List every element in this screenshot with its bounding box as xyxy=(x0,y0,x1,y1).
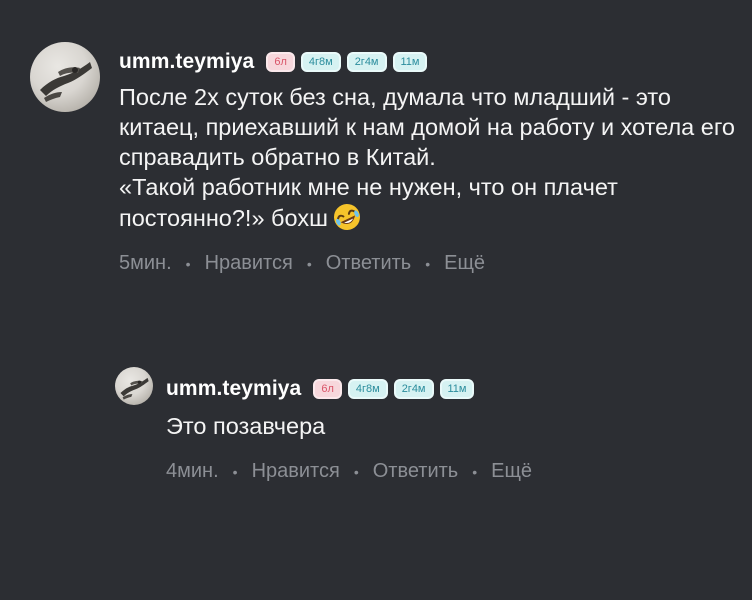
badge: 2г4м xyxy=(393,379,434,399)
comment-text-line: «Такой работник мне не нужен, что он пла… xyxy=(119,174,618,231)
avatar-image xyxy=(120,377,149,400)
username[interactable]: umm.teymiya xyxy=(166,377,301,401)
badge: 2г4м xyxy=(346,52,387,72)
badge: 4г8м xyxy=(300,52,341,72)
separator-dot: • xyxy=(306,255,312,272)
comment-text: Это позавчера xyxy=(166,411,706,441)
rolling-on-floor-laughing-icon xyxy=(332,202,362,232)
timestamp: 4мин. xyxy=(166,460,219,482)
username[interactable]: umm.teymiya xyxy=(119,50,254,74)
reply-button[interactable]: Ответить xyxy=(373,460,459,483)
separator-dot: • xyxy=(472,463,478,480)
comment-text-line: После 2х суток без сна, думала что младш… xyxy=(119,84,735,170)
comment-text-line: Это позавчера xyxy=(166,413,326,439)
reply-button[interactable]: Ответить xyxy=(326,252,412,275)
comments-thread: umm.teymiya 6л 4г8м 2г4м 11м После 2х су… xyxy=(0,0,752,600)
badge: 11м xyxy=(439,379,475,399)
comment-header: umm.teymiya 6л 4г8м 2г4м 11м xyxy=(166,367,706,411)
badge: 6л xyxy=(266,52,295,72)
badge: 6л xyxy=(313,379,342,399)
timestamp: 5мин. xyxy=(119,252,172,274)
avatar[interactable] xyxy=(115,367,153,405)
separator-dot: • xyxy=(232,463,238,480)
comment-body: umm.teymiya 6л 4г8м 2г4м 11м Это позавче… xyxy=(166,367,706,483)
more-button[interactable]: Ещё xyxy=(444,252,485,275)
comment-header: umm.teymiya 6л 4г8м 2г4м 11м xyxy=(119,42,739,82)
like-button[interactable]: Нравится xyxy=(252,460,340,483)
avatar[interactable] xyxy=(30,42,100,112)
badge: 11м xyxy=(392,52,428,72)
separator-dot: • xyxy=(185,255,191,272)
comment-text: После 2х суток без сна, думала что младш… xyxy=(119,82,739,233)
avatar-image xyxy=(40,62,92,102)
comment-meta: 5мин. • Нравится • Ответить • Ещё xyxy=(119,252,739,275)
comment-body: umm.teymiya 6л 4г8м 2г4м 11м После 2х су… xyxy=(119,42,739,275)
separator-dot: • xyxy=(353,463,359,480)
comment-meta: 4мин. • Нравится • Ответить • Ещё xyxy=(166,460,706,483)
badge: 4г8м xyxy=(347,379,388,399)
separator-dot: • xyxy=(425,255,431,272)
more-button[interactable]: Ещё xyxy=(491,460,532,483)
like-button[interactable]: Нравится xyxy=(205,252,293,275)
